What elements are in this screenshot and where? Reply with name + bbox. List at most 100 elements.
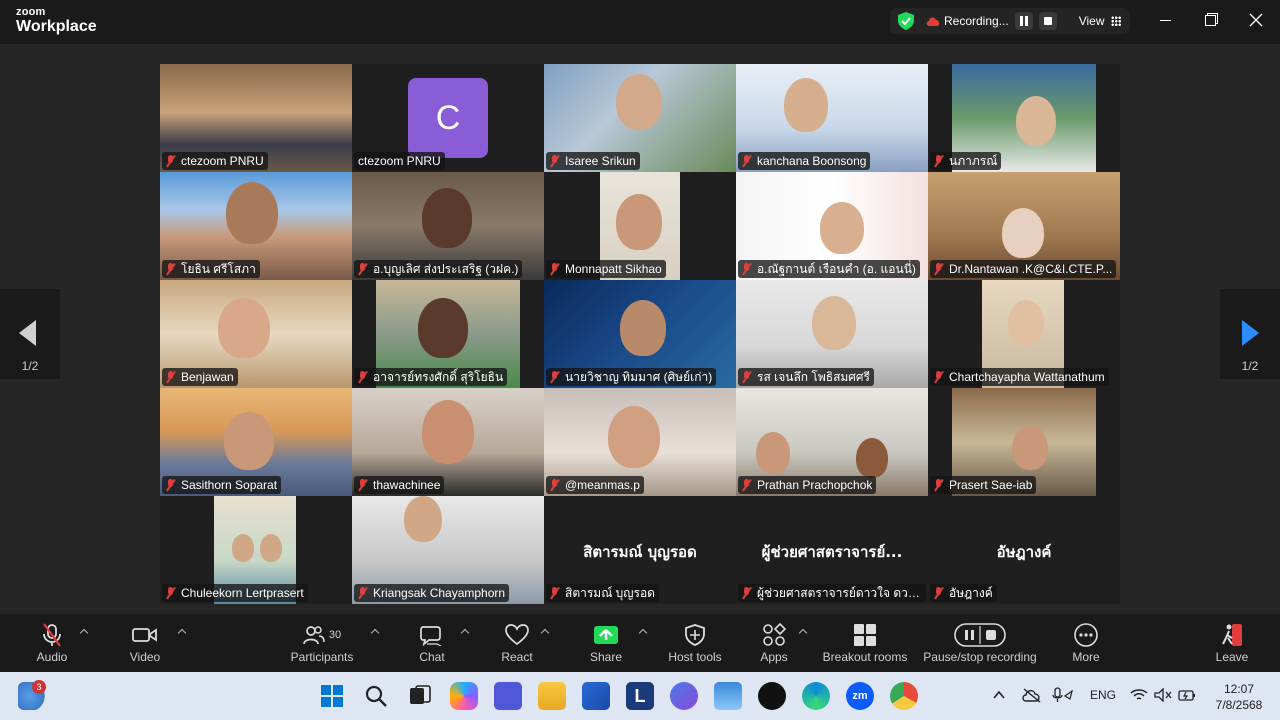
pause-stop-recording-button[interactable]: Pause/stop recording xyxy=(920,622,1040,664)
store-icon[interactable] xyxy=(582,682,610,710)
participant-name: thawachinee xyxy=(373,478,441,492)
participant-name-tag: Kriangsak Chayamphorn xyxy=(354,584,510,602)
participant-tile[interactable]: สิตารมณ์ บุญรอด สิตารมณ์ บุญรอด xyxy=(544,496,736,604)
mic-muted-icon xyxy=(550,479,559,491)
mic-muted-icon xyxy=(934,155,943,167)
react-options-caret[interactable] xyxy=(541,628,549,636)
app-picture-icon[interactable] xyxy=(714,682,742,710)
windows-start-icon[interactable] xyxy=(318,682,346,710)
copilot-icon[interactable] xyxy=(450,682,478,710)
participant-name-tag: Benjawan xyxy=(162,368,238,386)
tiktok-icon[interactable] xyxy=(758,682,786,710)
recording-group: Recording... View xyxy=(890,8,1130,34)
apps-options-caret[interactable] xyxy=(799,628,807,636)
participant-name: Chartchayapha Wattanathum xyxy=(949,370,1105,384)
apps-button[interactable]: Apps xyxy=(756,622,792,664)
participant-tile[interactable]: Isaree Srikun xyxy=(544,64,736,172)
participant-tile[interactable]: C ctezoom PNRU xyxy=(352,64,544,172)
cloud-recording-icon xyxy=(926,17,940,26)
participant-tile[interactable]: kanchana Boonsong xyxy=(736,64,928,172)
participant-name-tag: Prathan Prachopchok xyxy=(738,476,877,494)
participant-tile[interactable]: รส เจนลึก โพธิสมศศรี xyxy=(736,280,928,388)
microphone-tray-icon[interactable] xyxy=(1052,687,1074,703)
leave-button[interactable]: Leave xyxy=(1214,622,1250,664)
participant-name: ctezoom PNRU xyxy=(181,154,264,168)
participant-face xyxy=(224,412,274,470)
video-options-caret[interactable] xyxy=(178,628,186,636)
participant-tile[interactable]: Monnapatt Sikhao xyxy=(544,172,736,280)
audio-options-caret[interactable] xyxy=(80,628,88,636)
stop-recording-button[interactable] xyxy=(1038,12,1057,30)
mic-muted-icon xyxy=(742,155,751,167)
participant-tile[interactable]: ctezoom PNRU xyxy=(160,64,352,172)
participant-name: นายวิชาญ ทิมมาศ (ศิษย์เก่า) xyxy=(565,369,713,384)
participant-face xyxy=(616,194,662,250)
participant-tile[interactable]: Prasert Sae-iab xyxy=(928,388,1120,496)
participant-face xyxy=(812,296,856,350)
participant-tile[interactable]: Benjawan xyxy=(160,280,352,388)
mic-muted-icon xyxy=(742,587,751,599)
system-clock[interactable]: 12:07 7/8/2568 xyxy=(1208,681,1270,713)
page-indicator-left: 1/2 xyxy=(21,359,39,373)
participant-tile[interactable]: นายวิชาญ ทิมมาศ (ศิษย์เก่า) xyxy=(544,280,736,388)
app-l-icon[interactable]: L xyxy=(626,682,654,710)
mic-muted-icon xyxy=(934,587,943,599)
zoom-taskbar-icon[interactable]: zm xyxy=(846,682,874,710)
participant-tile[interactable]: อัษฎางค์ อัษฎางค์ xyxy=(928,496,1120,604)
participant-tile[interactable]: อ.บุญเลิศ ส่งประเสริฐ (วฝค.) xyxy=(352,172,544,280)
file-explorer-icon[interactable] xyxy=(538,682,566,710)
breakout-rooms-button[interactable]: Breakout rooms xyxy=(820,622,910,664)
wifi-icon[interactable] xyxy=(1130,688,1148,702)
participant-tile[interactable]: Chuleekorn Lertprasert xyxy=(160,496,352,604)
participant-name-tag: นายวิชาญ ทิมมาศ (ศิษย์เก่า) xyxy=(546,368,717,386)
participant-tile[interactable]: อาจารย์ทรงศักดิ์ สุริโยธิน xyxy=(352,280,544,388)
participant-tile[interactable]: Chartchayapha Wattanathum xyxy=(928,280,1120,388)
view-button[interactable]: View xyxy=(1079,14,1121,28)
chat-button[interactable]: Chat xyxy=(414,622,450,664)
participant-tile[interactable]: โยธิน ศรีโสภา xyxy=(160,172,352,280)
chrome-icon[interactable] xyxy=(890,682,918,710)
participants-count: 30 xyxy=(328,629,342,641)
search-icon[interactable] xyxy=(362,682,390,710)
chat-options-caret[interactable] xyxy=(461,628,469,636)
participant-tile[interactable]: Prathan Prachopchok xyxy=(736,388,928,496)
task-view-icon[interactable] xyxy=(406,682,434,710)
participant-tile[interactable]: thawachinee xyxy=(352,388,544,496)
cloud-offline-icon[interactable] xyxy=(1022,687,1042,703)
participant-tile[interactable]: @meanmas.p xyxy=(544,388,736,496)
participant-name: Chuleekorn Lertprasert xyxy=(181,586,304,600)
participant-tile[interactable]: อ.ณัฐกานต์ เรือนคำ (อ. แอนนี่) xyxy=(736,172,928,280)
app-arrow-icon[interactable] xyxy=(670,682,698,710)
react-button[interactable]: React xyxy=(498,622,536,664)
participants-button[interactable]: 30 Participants xyxy=(288,622,356,664)
restore-button[interactable] xyxy=(1201,10,1221,30)
video-button[interactable]: Video xyxy=(126,622,164,664)
participants-options-caret[interactable] xyxy=(371,628,379,636)
share-options-caret[interactable] xyxy=(639,628,647,636)
edge-icon[interactable] xyxy=(802,682,830,710)
volume-muted-icon[interactable] xyxy=(1154,688,1172,702)
host-tools-button[interactable]: Host tools xyxy=(664,622,726,664)
mic-muted-icon xyxy=(934,479,943,491)
audio-button[interactable]: Audio xyxy=(34,622,70,664)
mic-muted-icon xyxy=(550,263,559,275)
participant-tile[interactable]: Kriangsak Chayamphorn xyxy=(352,496,544,604)
shield-check-icon[interactable] xyxy=(898,12,914,30)
share-button[interactable]: Share xyxy=(588,622,624,664)
pause-recording-button[interactable] xyxy=(1014,12,1033,30)
next-page-button[interactable]: 1/2 xyxy=(1220,289,1280,379)
previous-page-button[interactable]: 1/2 xyxy=(0,289,60,379)
participant-tile[interactable]: ผู้ช่วยศาสตราจารย์... ผู้ช่วยศาสตราจารย์… xyxy=(736,496,928,604)
participant-tile[interactable]: Dr.Nantawan .K@C&I.CTE.P... xyxy=(928,172,1120,280)
minimize-button[interactable] xyxy=(1156,10,1176,30)
chevron-up-icon[interactable] xyxy=(992,688,1006,702)
close-icon[interactable] xyxy=(1246,10,1266,30)
teams-icon[interactable] xyxy=(494,682,522,710)
more-button[interactable]: More xyxy=(1068,622,1104,664)
participant-name: อาจารย์ทรงศักดิ์ สุริโยธิน xyxy=(373,369,504,384)
battery-icon[interactable] xyxy=(1178,688,1196,702)
participant-tile[interactable]: นภาภรณ์ xyxy=(928,64,1120,172)
language-indicator[interactable]: ENG xyxy=(1090,688,1116,702)
logo-bottom: Workplace xyxy=(16,18,97,35)
participant-tile[interactable]: Sasithorn Soparat xyxy=(160,388,352,496)
